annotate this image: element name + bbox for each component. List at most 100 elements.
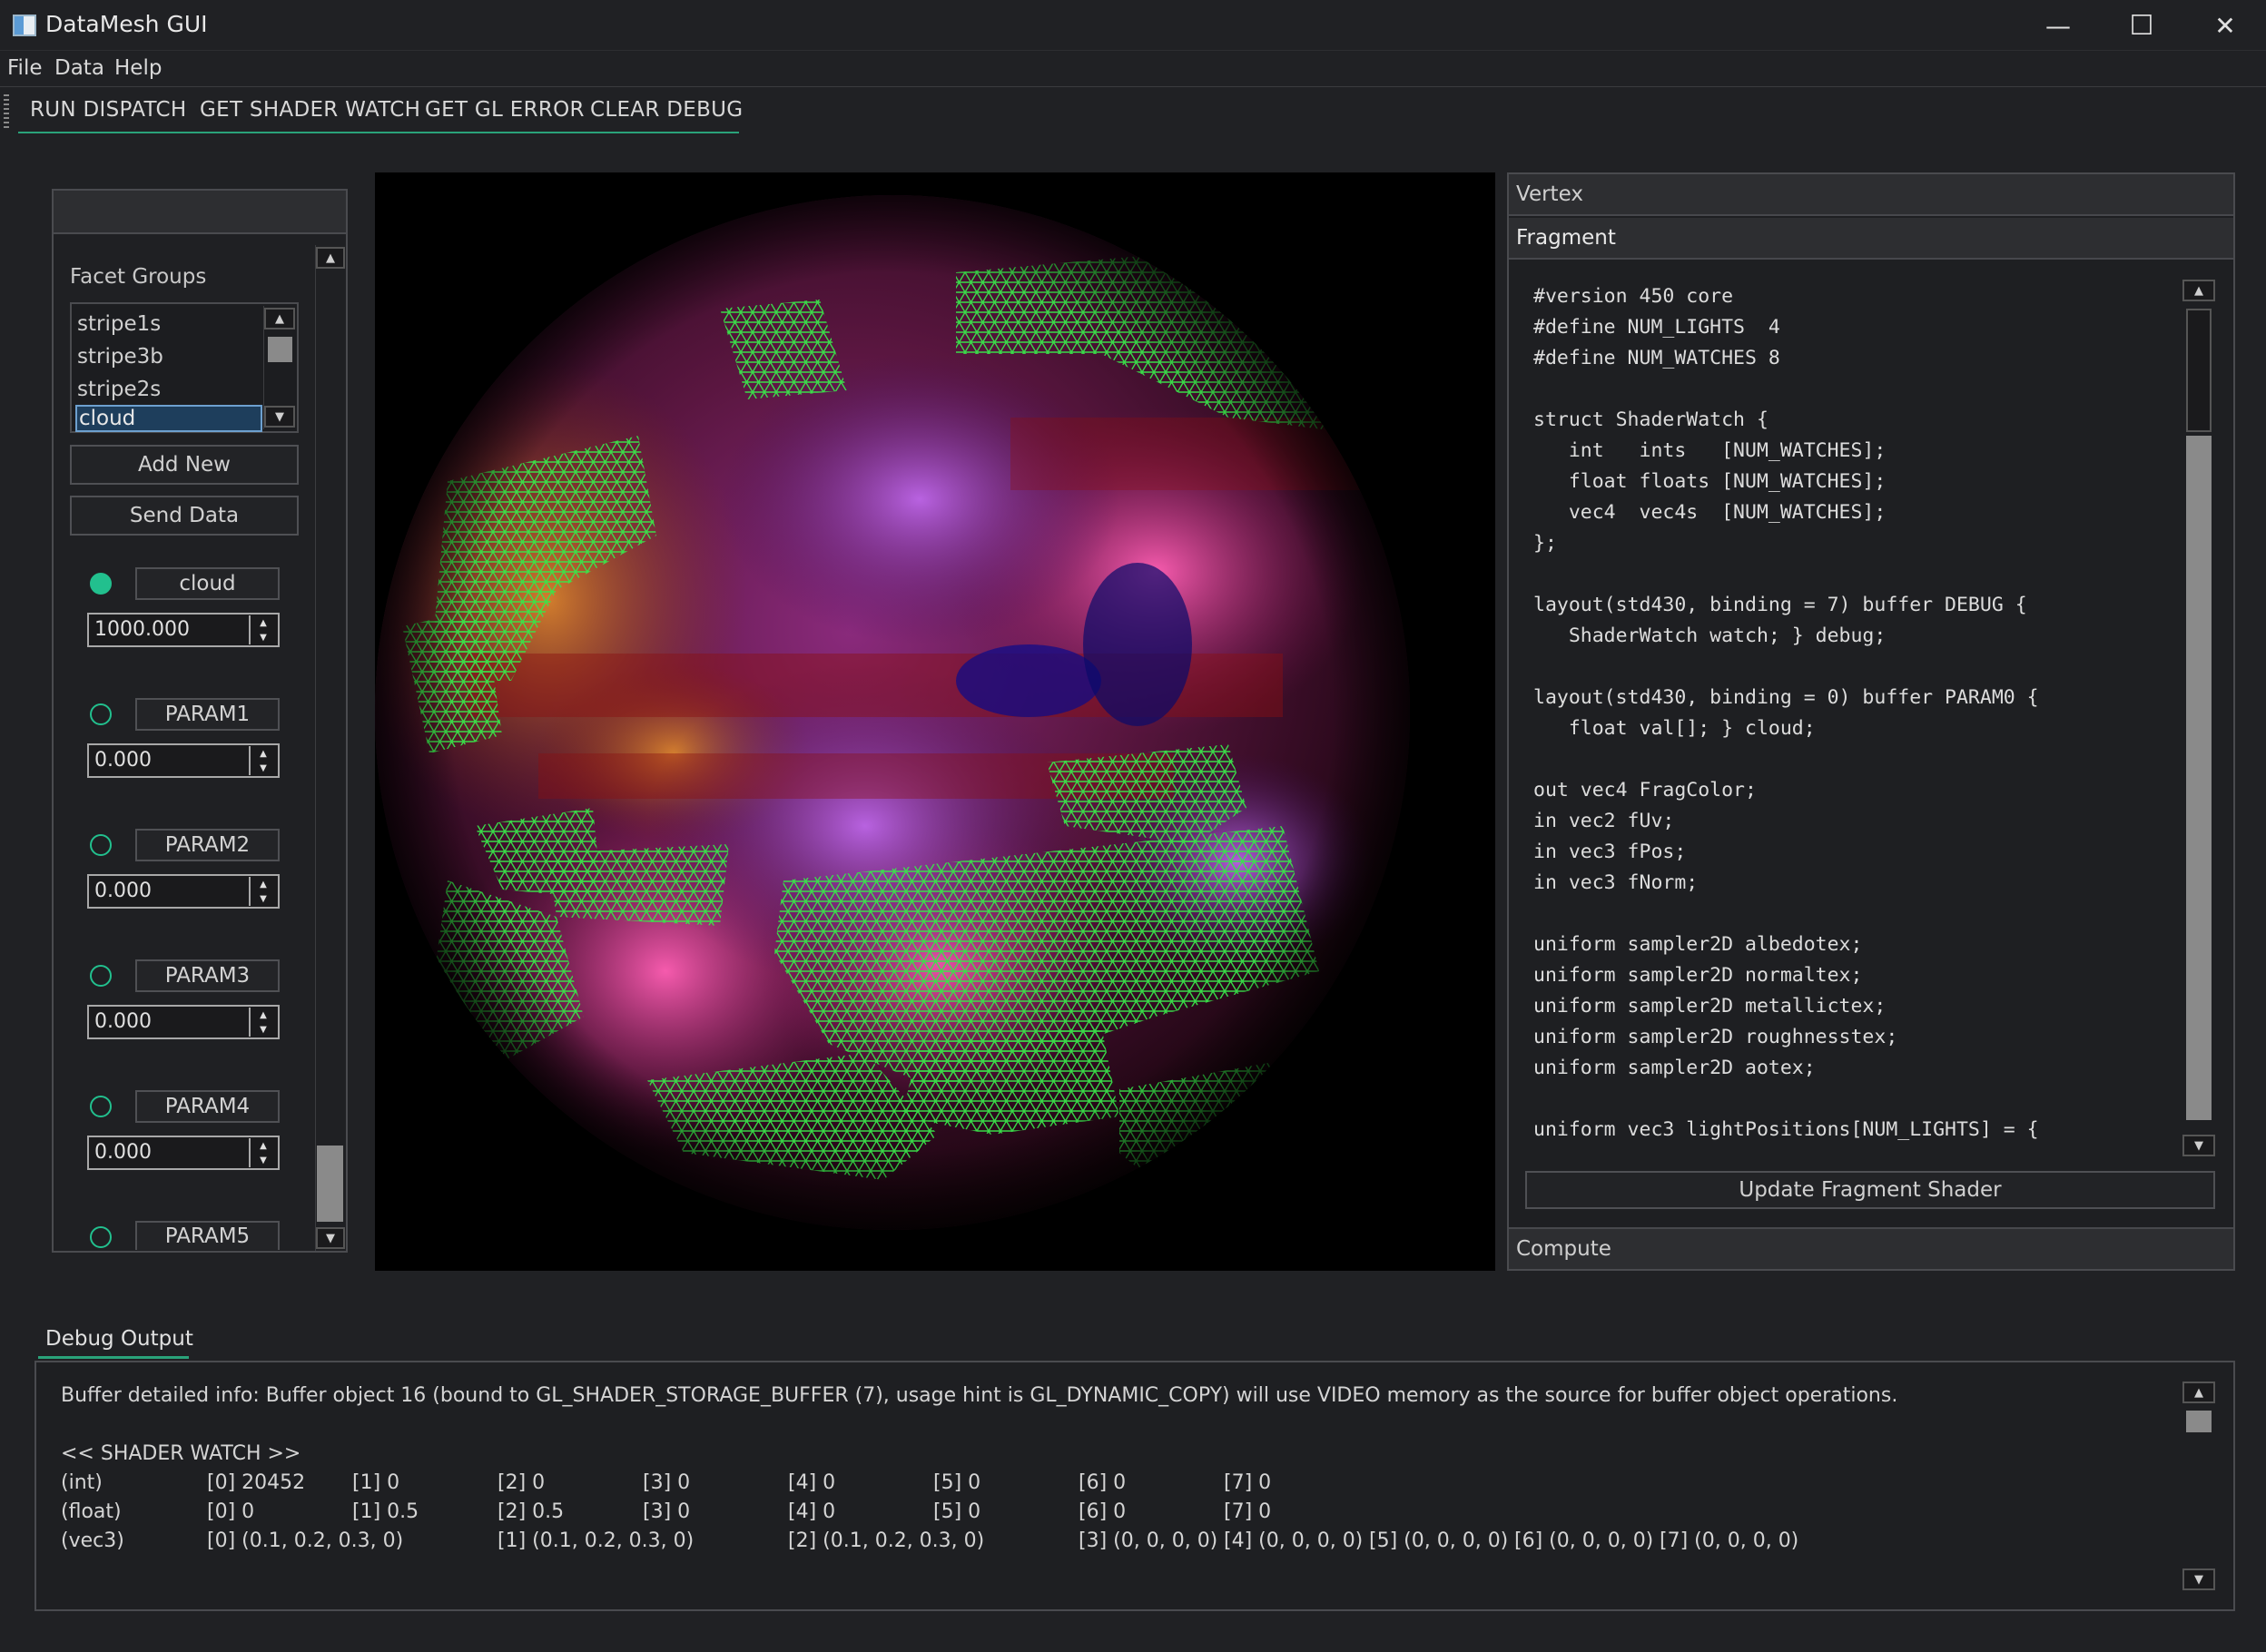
menu-file[interactable]: File [7,56,43,80]
watch-int: [5] 0 [933,1471,981,1494]
clear-debug-button[interactable]: CLEAR DEBUG [590,98,743,122]
gl-viewport[interactable] [375,172,1495,1271]
scroll-down-icon[interactable]: ▼ [264,406,295,428]
fragment-shader-editor[interactable]: #version 450 core #define NUM_LIGHTS 4 #… [1525,278,2179,1156]
param-name-button[interactable]: PARAM4 [135,1090,280,1123]
add-new-button[interactable]: Add New [70,445,299,485]
spin-up-icon[interactable]: ▲ [249,877,276,891]
param-active-indicator[interactable] [90,834,112,856]
watch-float: [3] 0 [643,1500,691,1523]
watch-vec3: [3] (0, 0, 0, 0) [1079,1529,1218,1552]
watch-float: [5] 0 [933,1500,981,1523]
code-line: #version 450 core [1533,285,1734,308]
list-item[interactable]: stripe2s [77,378,161,401]
int-label: (int) [61,1471,103,1494]
code-line: }; [1533,532,1557,555]
param-value[interactable]: 0.000 [94,1141,152,1164]
param-active-indicator[interactable] [90,703,112,725]
code-line: vec4 vec4s [NUM_WATCHES]; [1533,501,1887,524]
param-active-indicator[interactable] [90,1226,112,1248]
param-name-button[interactable]: cloud [135,567,280,600]
rendered-sphere-mesh [375,195,1410,1230]
section-compute[interactable]: Compute [1509,1227,2233,1269]
param-value-spinbox[interactable]: 0.000 ▲ ▼ [87,1136,280,1170]
section-fragment[interactable]: Fragment [1509,218,2233,260]
scroll-down-icon[interactable]: ▼ [2182,1568,2215,1590]
code-line: out vec4 FragColor; [1533,779,1757,801]
toolbar-grip[interactable] [4,94,9,129]
watch-float: [6] 0 [1079,1500,1127,1523]
scroll-up-icon[interactable]: ▲ [264,308,295,329]
send-data-button[interactable]: Send Data [70,496,299,536]
facet-list-scrollbar[interactable]: ▲ ▼ [263,306,295,429]
param-name-button[interactable]: PARAM1 [135,698,280,731]
code-scroll-track[interactable] [2186,309,2212,432]
watch-float: [0] 0 [207,1500,255,1523]
maximize-icon: ☐ [2129,9,2154,42]
list-item[interactable]: stripe1s [77,312,161,336]
watch-float: [7] 0 [1224,1500,1272,1523]
minimize-icon: — [2045,10,2071,41]
param-value-spinbox[interactable]: 0.000 ▲ ▼ [87,743,280,778]
spin-down-icon[interactable]: ▼ [249,891,276,906]
spin-down-icon[interactable]: ▼ [249,761,276,775]
code-line: in vec3 fNorm; [1533,871,1699,894]
param-value-spinbox[interactable]: 0.000 ▲ ▼ [87,1005,280,1039]
scroll-up-icon[interactable]: ▲ [316,247,345,269]
scroll-up-icon[interactable]: ▲ [2182,1382,2215,1403]
param-active-indicator[interactable] [90,1096,112,1117]
param-value[interactable]: 0.000 [94,880,152,902]
facet-scroll-thumb[interactable] [268,337,292,362]
menu-help[interactable]: Help [114,56,162,80]
get-shader-watch-button[interactable]: GET SHADER WATCH [200,98,420,122]
maximize-button[interactable]: ☐ [2101,0,2182,51]
update-fragment-shader-button[interactable]: Update Fragment Shader [1525,1171,2215,1209]
param-value-spinbox[interactable]: 0.000 ▲ ▼ [87,874,280,909]
watch-int: [4] 0 [788,1471,836,1494]
spin-up-icon[interactable]: ▲ [249,746,276,761]
app-icon [13,15,36,36]
get-gl-error-button[interactable]: GET GL ERROR [425,98,585,122]
code-line: ShaderWatch watch; } debug; [1533,624,1887,647]
run-dispatch-button[interactable]: RUN DISPATCH [30,98,186,122]
close-icon: ✕ [2214,10,2236,41]
window-title: DataMesh GUI [45,11,208,37]
spin-up-icon[interactable]: ▲ [249,1138,276,1153]
param-active-indicator[interactable] [90,965,112,987]
watch-vec3: [7] (0, 0, 0, 0) [1660,1529,1799,1552]
param-value[interactable]: 0.000 [94,749,152,772]
code-scroll-thumb[interactable] [2186,436,2212,1120]
spin-up-icon[interactable]: ▲ [249,1008,276,1022]
code-line: struct ShaderWatch { [1533,408,1768,431]
spin-down-icon[interactable]: ▼ [249,630,276,644]
param-value[interactable]: 0.000 [94,1010,152,1033]
param-name-button[interactable]: PARAM5 [135,1221,280,1250]
section-vertex[interactable]: Vertex [1509,174,2233,216]
param-value[interactable]: 1000.000 [94,618,190,641]
facet-panel-scroll-thumb[interactable] [317,1146,343,1222]
param-value-spinbox[interactable]: 1000.000 ▲ ▼ [87,613,280,647]
code-line: float floats [NUM_WATCHES]; [1533,470,1887,493]
spin-down-icon[interactable]: ▼ [249,1153,276,1167]
debug-scroll-thumb[interactable] [2186,1411,2212,1432]
watch-float: [1] 0.5 [352,1500,419,1523]
param-name-button[interactable]: PARAM3 [135,959,280,992]
minimize-button[interactable]: — [2017,0,2099,51]
spin-up-icon[interactable]: ▲ [249,615,276,630]
menu-data[interactable]: Data [54,56,104,80]
close-button[interactable]: ✕ [2184,0,2266,51]
scroll-down-icon[interactable]: ▼ [316,1227,345,1249]
facet-panel-scrollbar[interactable]: ▲ ▼ [315,245,345,1251]
list-item-selected[interactable]: cloud [75,405,262,432]
spin-down-icon[interactable]: ▼ [249,1022,276,1037]
param-active-indicator[interactable] [90,573,112,595]
tab-underline [38,1356,189,1359]
scroll-up-icon[interactable]: ▲ [2182,280,2215,301]
param-name-button[interactable]: PARAM2 [135,829,280,861]
list-item[interactable]: stripe3b [77,345,163,369]
vec3-label: (vec3) [61,1529,124,1552]
tab-debug-output[interactable]: Debug Output [45,1327,193,1351]
toolbar-underline [18,132,739,133]
watch-int: [6] 0 [1079,1471,1127,1494]
scroll-down-icon[interactable]: ▼ [2182,1135,2215,1156]
